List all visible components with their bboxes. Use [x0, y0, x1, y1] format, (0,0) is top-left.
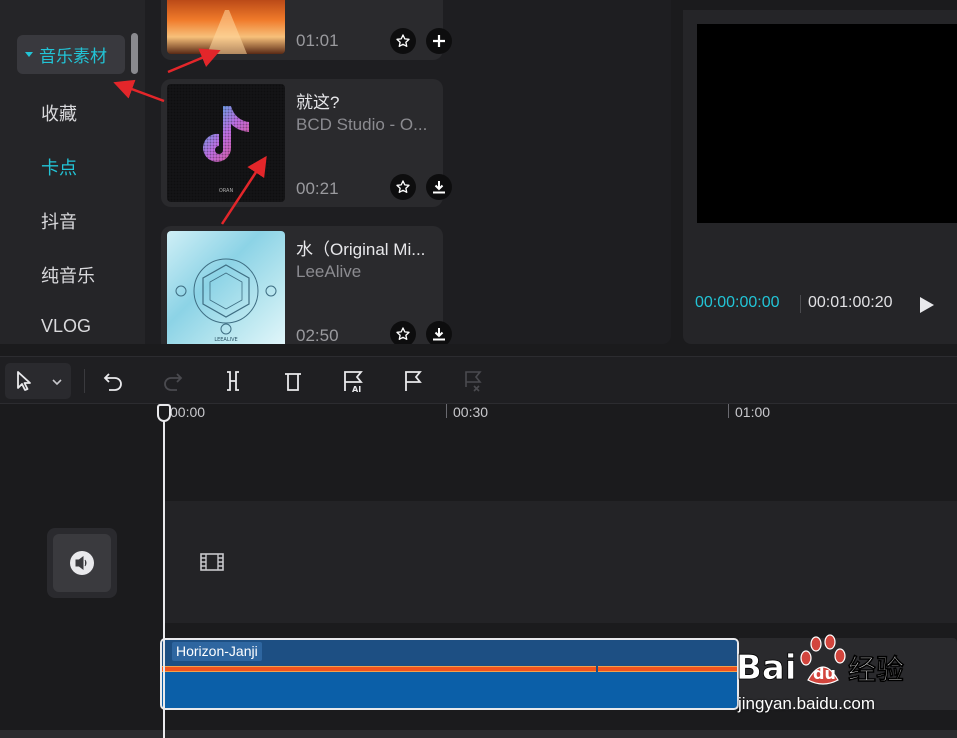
music-artist: LeeAlive	[296, 262, 362, 281]
favorite-star-icon[interactable]	[390, 321, 416, 344]
toolbar-divider	[84, 369, 85, 393]
sidebar-scrollbar[interactable]	[131, 33, 138, 74]
main-video-track[interactable]	[164, 501, 957, 623]
undo-icon[interactable]	[101, 369, 125, 393]
svg-text:LEEALIVE: LEEALIVE	[214, 337, 237, 343]
track-audio-toggle[interactable]	[53, 534, 111, 592]
svg-text:du: du	[813, 664, 836, 683]
redo-icon	[164, 373, 183, 391]
remove-flag-icon	[465, 371, 482, 392]
select-tool-button[interactable]	[5, 363, 71, 399]
category-sidebar: 音乐素材 收藏 卡点 抖音 纯音乐 VLOG	[0, 0, 145, 344]
sidebar-item-vlog[interactable]: VLOG	[41, 316, 91, 337]
current-timecode: 00:00:00:00	[695, 294, 780, 311]
total-timecode: 00:01:00:20	[808, 294, 893, 311]
favorite-star-icon[interactable]	[390, 28, 416, 54]
sidebar-item-pure-music[interactable]: 纯音乐	[41, 262, 95, 288]
duration: 02:50	[296, 326, 339, 344]
divider	[800, 295, 801, 313]
music-title: 就这?	[296, 93, 340, 112]
download-icon[interactable]	[426, 174, 452, 200]
film-icon	[200, 553, 224, 571]
chevron-down-icon	[52, 379, 62, 386]
music-card[interactable]: 01:01	[161, 0, 452, 60]
album-cover	[167, 0, 285, 54]
album-cover: ORAN	[167, 84, 285, 202]
ruler-label: 01:00	[735, 404, 771, 420]
video-preview[interactable]	[697, 24, 957, 223]
timeline-scrollbar[interactable]	[0, 730, 957, 738]
duration: 00:21	[296, 179, 339, 198]
split-icon[interactable]	[221, 369, 245, 393]
plus-icon[interactable]	[426, 28, 452, 54]
ruler-label: 00:30	[453, 404, 489, 420]
music-artist: BCD Studio - O...	[296, 115, 428, 134]
preview-header	[683, 0, 957, 10]
audio-waveform	[162, 664, 737, 672]
ai-marker-icon[interactable]: AI	[341, 369, 365, 393]
play-icon[interactable]	[919, 296, 935, 319]
music-list: 01:01 ORAN 就这? BCD Studio - O... 00:21 L…	[145, 0, 671, 344]
time-ruler[interactable]: 00:00 00:30 01:00	[0, 404, 957, 434]
download-icon[interactable]	[426, 321, 452, 344]
svg-text:经验: 经验	[848, 653, 904, 686]
watermark-url: jingyan.baidu.com	[738, 694, 876, 713]
music-title: 水（Original Mi...	[296, 240, 426, 259]
category-music-library-label: 音乐素材	[39, 47, 107, 66]
sidebar-item-favorites[interactable]: 收藏	[41, 100, 77, 126]
sidebar-item-beat[interactable]: 卡点	[41, 154, 77, 180]
duration: 01:01	[296, 31, 339, 50]
speaker-icon	[70, 551, 94, 575]
timeline-toolbar: AI	[0, 356, 957, 404]
music-card[interactable]: ORAN 就这? BCD Studio - O... 00:21	[161, 79, 452, 207]
audio-clip[interactable]: Horizon-Janji	[160, 638, 739, 710]
sidebar-item-douyin[interactable]: 抖音	[41, 208, 77, 234]
flag-icon[interactable]	[401, 369, 425, 393]
cursor-icon	[17, 371, 31, 391]
album-cover: LEEALIVE	[167, 231, 285, 344]
audio-clip-label: Horizon-Janji	[172, 642, 262, 661]
music-card[interactable]: LEEALIVE 水（Original Mi... LeeAlive 02:50	[161, 226, 452, 344]
ruler-tick	[728, 404, 729, 418]
category-music-library[interactable]: 音乐素材	[17, 35, 125, 74]
caret-down-icon	[25, 52, 33, 57]
favorite-star-icon[interactable]	[390, 174, 416, 200]
playhead-handle[interactable]	[157, 404, 171, 422]
svg-text:Bai: Bai	[736, 648, 797, 688]
ruler-tick	[446, 404, 447, 418]
preview-panel: 00:00:00:00 00:01:00:20	[683, 0, 957, 344]
delete-icon[interactable]	[281, 369, 305, 393]
ruler-label: 00:00	[170, 404, 206, 420]
track-control	[47, 528, 117, 598]
svg-text:AI: AI	[352, 385, 361, 393]
svg-text:ORAN: ORAN	[219, 188, 234, 194]
playhead[interactable]	[163, 414, 165, 738]
